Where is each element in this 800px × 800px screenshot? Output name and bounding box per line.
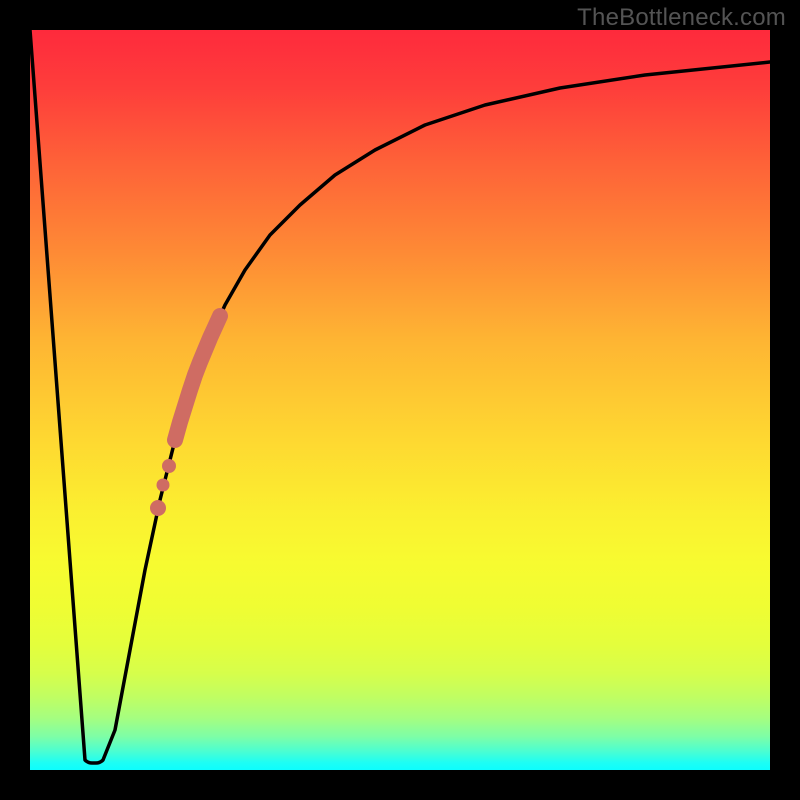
highlight-dot <box>162 459 176 473</box>
chart-frame: TheBottleneck.com <box>0 0 800 800</box>
highlight-dot <box>150 500 166 516</box>
highlight-band <box>175 316 220 440</box>
bottleneck-curve <box>30 30 770 763</box>
plot-area <box>30 30 770 770</box>
curve-layer <box>30 30 770 770</box>
watermark-text: TheBottleneck.com <box>577 4 786 32</box>
highlight-dot <box>157 479 170 492</box>
